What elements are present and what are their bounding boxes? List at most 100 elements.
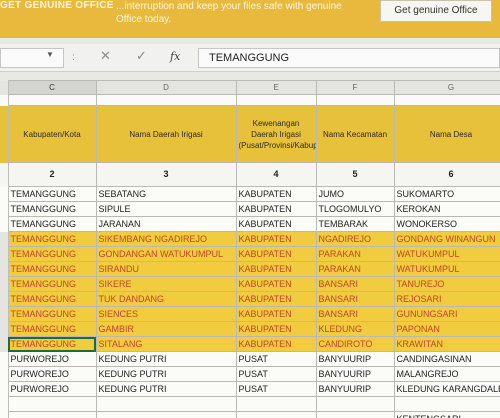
cell-kewenangan[interactable]: KABUPATEN bbox=[235, 336, 317, 352]
cell-kabupaten[interactable]: TEMANGGUNG bbox=[7, 261, 97, 277]
cell-daerah-irigasi[interactable]: SEBATANG bbox=[95, 186, 237, 202]
cell-kecamatan[interactable]: TEMBARAK bbox=[315, 216, 395, 232]
cell-kabupaten[interactable]: TEMANGGUNG bbox=[7, 246, 97, 262]
cell-desa[interactable]: KEROKAN bbox=[393, 201, 500, 217]
cell-kabupaten[interactable] bbox=[7, 411, 97, 418]
cell-kecamatan[interactable]: BANYUURIP bbox=[315, 381, 395, 397]
select-all-corner[interactable] bbox=[0, 80, 9, 95]
column-number[interactable]: 2 bbox=[7, 162, 97, 187]
row-header[interactable] bbox=[0, 186, 9, 202]
column-number[interactable]: 3 bbox=[95, 162, 237, 187]
row-header[interactable] bbox=[0, 321, 9, 337]
cancel-icon[interactable]: ✕ bbox=[100, 48, 111, 64]
row-header[interactable] bbox=[0, 201, 9, 217]
cell-desa[interactable]: PAPONAN bbox=[393, 321, 500, 337]
cell-desa[interactable]: KENTENGSARI bbox=[393, 411, 500, 418]
cell-daerah-irigasi[interactable]: TUK DANDANG bbox=[95, 291, 237, 307]
cell[interactable] bbox=[315, 94, 395, 106]
cell-kabupaten[interactable]: TEMANGGUNG bbox=[7, 306, 97, 322]
cell[interactable] bbox=[95, 94, 237, 106]
cell-daerah-irigasi[interactable]: SIRANDU bbox=[95, 261, 237, 277]
column-header-e[interactable]: E bbox=[235, 80, 317, 95]
cell-desa[interactable]: WATUKUMPUL bbox=[393, 261, 500, 277]
cell-kabupaten[interactable]: TEMANGGUNG bbox=[7, 291, 97, 307]
cell-desa[interactable]: REJOSARI bbox=[393, 291, 500, 307]
row-header[interactable] bbox=[0, 216, 9, 232]
cell-kecamatan[interactable]: NGADIREJO bbox=[315, 231, 395, 247]
column-header-g[interactable]: G bbox=[393, 80, 500, 95]
cell-kecamatan[interactable]: KLEDUNG bbox=[315, 321, 395, 337]
cell-kewenangan[interactable]: KABUPATEN bbox=[235, 261, 317, 277]
cell-desa[interactable]: GONDANG WINANGUN bbox=[393, 231, 500, 247]
row-header[interactable] bbox=[0, 246, 9, 262]
cell-kabupaten[interactable]: TEMANGGUNG bbox=[7, 336, 97, 352]
row-header[interactable] bbox=[0, 291, 9, 307]
cell-kecamatan[interactable]: BANYUURIP bbox=[315, 366, 395, 382]
cell-kabupaten[interactable] bbox=[7, 396, 97, 412]
column-number[interactable]: 4 bbox=[235, 162, 317, 187]
cell-desa[interactable]: WATUKUMPUL bbox=[393, 246, 500, 262]
cell-daerah-irigasi[interactable]: SIPULE bbox=[95, 201, 237, 217]
cell-desa[interactable]: KLEDUNG KARANGDALEM bbox=[393, 381, 500, 397]
insert-function-icon[interactable]: fx bbox=[170, 50, 180, 63]
cell-desa[interactable] bbox=[393, 396, 500, 412]
cell-kabupaten[interactable]: PURWOREJO bbox=[7, 381, 97, 397]
cell-desa[interactable]: SUKOMARTO bbox=[393, 186, 500, 202]
row-header[interactable] bbox=[0, 105, 9, 163]
cell-kabupaten[interactable]: TEMANGGUNG bbox=[7, 276, 97, 292]
header-nama-kecamatan[interactable]: Nama Kecamatan bbox=[315, 105, 395, 163]
cell-desa[interactable]: MALANGREJO bbox=[393, 366, 500, 382]
cell-daerah-irigasi[interactable] bbox=[95, 411, 237, 418]
chevron-down-icon[interactable]: ▼ bbox=[46, 50, 54, 59]
cell[interactable] bbox=[235, 94, 317, 106]
cell-kabupaten[interactable]: TEMANGGUNG bbox=[7, 321, 97, 337]
row-header[interactable] bbox=[0, 396, 9, 412]
column-number[interactable]: 5 bbox=[315, 162, 395, 187]
cell-kewenangan[interactable]: KABUPATEN bbox=[235, 291, 317, 307]
cell-kewenangan[interactable]: KABUPATEN bbox=[235, 276, 317, 292]
cell[interactable] bbox=[393, 94, 500, 106]
row-header[interactable] bbox=[0, 94, 9, 106]
cell-desa[interactable]: GUNUNGSARI bbox=[393, 306, 500, 322]
cell-kabupaten[interactable]: PURWOREJO bbox=[7, 366, 97, 382]
cell-kabupaten[interactable]: PURWOREJO bbox=[7, 351, 97, 367]
cell[interactable] bbox=[7, 94, 97, 106]
name-box[interactable] bbox=[0, 48, 64, 68]
row-header[interactable] bbox=[0, 276, 9, 292]
header-nama-desa[interactable]: Nama Desa bbox=[393, 105, 500, 163]
row-header[interactable] bbox=[0, 411, 9, 418]
formula-input[interactable]: TEMANGGUNG bbox=[198, 48, 500, 68]
cell-desa[interactable]: KRAWITAN bbox=[393, 336, 500, 352]
cell-kewenangan[interactable] bbox=[235, 411, 317, 418]
cell-kewenangan[interactable] bbox=[235, 396, 317, 412]
cell-kabupaten[interactable]: TEMANGGUNG bbox=[7, 186, 97, 202]
header-nama-daerah-irigasi[interactable]: Nama Daerah Irigasi bbox=[95, 105, 237, 163]
column-header-c[interactable]: C bbox=[7, 80, 97, 95]
cell-kewenangan[interactable]: KABUPATEN bbox=[235, 216, 317, 232]
cell-kewenangan[interactable]: KABUPATEN bbox=[235, 231, 317, 247]
column-header-f[interactable]: F bbox=[315, 80, 395, 95]
enter-icon[interactable]: ✓ bbox=[136, 48, 147, 64]
cell-daerah-irigasi[interactable]: SIKEMBANG NGADIREJO bbox=[95, 231, 237, 247]
cell-kecamatan[interactable]: BANSARI bbox=[315, 306, 395, 322]
row-header[interactable] bbox=[0, 261, 9, 277]
cell-kewenangan[interactable]: KABUPATEN bbox=[235, 201, 317, 217]
cell-kabupaten[interactable]: TEMANGGUNG bbox=[7, 201, 97, 217]
row-header[interactable] bbox=[0, 231, 9, 247]
header-kewenangan[interactable]: Kewenangan Daerah Irigasi (Pusat/Provins… bbox=[235, 105, 317, 163]
row-header[interactable] bbox=[0, 366, 9, 382]
column-number[interactable]: 6 bbox=[393, 162, 500, 187]
cell-daerah-irigasi[interactable]: KEDUNG PUTRI bbox=[95, 366, 237, 382]
cell-daerah-irigasi[interactable] bbox=[95, 396, 237, 412]
cell-daerah-irigasi[interactable]: KEDUNG PUTRI bbox=[95, 381, 237, 397]
row-header[interactable] bbox=[0, 306, 9, 322]
header-kabupaten-kota[interactable]: Kabupaten/Kota bbox=[7, 105, 97, 163]
cell-kecamatan[interactable]: TLOGOMULYO bbox=[315, 201, 395, 217]
row-header[interactable] bbox=[0, 162, 9, 187]
cell-desa[interactable]: WONOKERSO bbox=[393, 216, 500, 232]
cell-kecamatan[interactable]: BANSARI bbox=[315, 291, 395, 307]
cell-kecamatan[interactable]: PARAKAN bbox=[315, 261, 395, 277]
formula-bar-separator[interactable]: : bbox=[72, 52, 75, 63]
cell-kecamatan[interactable]: JUMO bbox=[315, 186, 395, 202]
cell-daerah-irigasi[interactable]: SIENCES bbox=[95, 306, 237, 322]
